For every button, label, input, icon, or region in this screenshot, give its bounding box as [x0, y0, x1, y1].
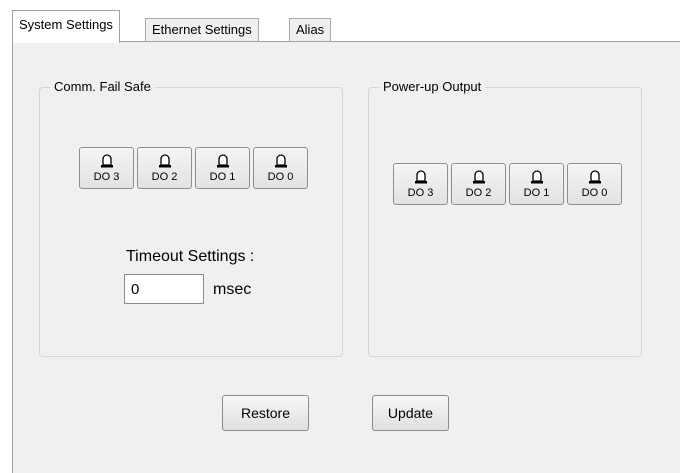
bell-icon	[274, 154, 287, 168]
system-settings-panel: Comm. Fail Safe DO 3 DO 2 DO 1 DO 0 Time…	[12, 41, 680, 473]
do-label: DO 3	[407, 187, 434, 199]
timeout-unit: msec	[213, 281, 252, 298]
power-up-do0-button[interactable]: DO 0	[567, 163, 622, 205]
tab-strip: System Settings Ethernet Settings Alias	[12, 10, 680, 43]
do-label: DO 2	[151, 171, 178, 183]
tab-alias[interactable]: Alias	[289, 18, 332, 42]
comm-fail-safe-do-row: DO 3 DO 2 DO 1 DO 0	[79, 147, 308, 189]
update-button[interactable]: Update	[372, 395, 449, 431]
do-label: DO 2	[465, 187, 492, 199]
fail-safe-do1-button[interactable]: DO 1	[195, 147, 250, 189]
do-label: DO 3	[93, 171, 120, 183]
comm-fail-safe-group: Comm. Fail Safe DO 3 DO 2 DO 1 DO 0 Time…	[39, 79, 343, 357]
power-up-do3-button[interactable]: DO 3	[393, 163, 448, 205]
comm-fail-safe-title: Comm. Fail Safe	[50, 79, 155, 95]
power-up-do-row: DO 3 DO 2 DO 1 DO 0	[393, 163, 622, 205]
bell-icon	[216, 154, 229, 168]
bell-icon	[100, 154, 113, 168]
fail-safe-do0-button[interactable]: DO 0	[253, 147, 308, 189]
do-label: DO 1	[209, 171, 236, 183]
bell-icon	[472, 170, 485, 184]
do-label: DO 1	[523, 187, 550, 199]
power-up-output-group: Power-up Output DO 3 DO 2 DO 1 DO 0	[368, 79, 642, 357]
do-label: DO 0	[267, 171, 294, 183]
bell-icon	[588, 170, 601, 184]
bell-icon	[158, 154, 171, 168]
fail-safe-do3-button[interactable]: DO 3	[79, 147, 134, 189]
power-up-do1-button[interactable]: DO 1	[509, 163, 564, 205]
timeout-settings-label: Timeout Settings :	[126, 248, 255, 265]
do-label: DO 0	[581, 187, 608, 199]
bell-icon	[414, 170, 427, 184]
power-up-output-title: Power-up Output	[379, 79, 486, 95]
tab-system-settings[interactable]: System Settings	[12, 10, 120, 43]
tab-ethernet-settings[interactable]: Ethernet Settings	[145, 18, 259, 42]
power-up-do2-button[interactable]: DO 2	[451, 163, 506, 205]
fail-safe-do2-button[interactable]: DO 2	[137, 147, 192, 189]
bell-icon	[530, 170, 543, 184]
timeout-input[interactable]	[124, 274, 204, 304]
restore-button[interactable]: Restore	[222, 395, 309, 431]
